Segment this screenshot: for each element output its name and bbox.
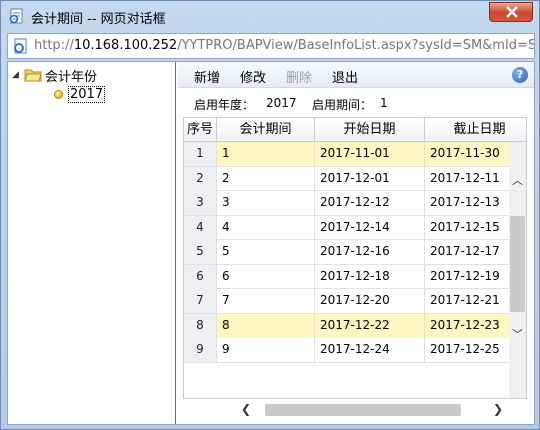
scroll-right-icon[interactable]: ❯ <box>493 402 503 416</box>
column-header-index[interactable]: 序号 <box>184 118 217 142</box>
address-bar[interactable]: http://10.168.100.252/YYTPRO/BAPView/Bas… <box>7 33 535 59</box>
tree-root-node[interactable]: ◢ 会计年份 <box>12 66 98 85</box>
column-header-period[interactable]: 会计期间 <box>217 118 315 142</box>
start-year-label: 启用年度： <box>194 98 255 112</box>
horizontal-scrollbar[interactable]: ❮ ❯ <box>183 400 527 417</box>
grid-body: 1 1 2017-11-01 2017-11-30 2 2 2017-12-01 2017-1… <box>184 142 526 363</box>
period-cell[interactable]: 8 <box>217 313 315 338</box>
horizontal-scroll-thumb[interactable] <box>265 404 461 416</box>
dialog-content: ◢ 会计年份 2017 新增 修改 删除 退出 ? 启用年度： 2017 启用期… <box>7 61 535 425</box>
vertical-scroll-thumb[interactable] <box>510 216 525 312</box>
table-row[interactable]: 2 2 2017-12-01 2017-12-11 <box>184 166 526 191</box>
help-icon[interactable]: ? <box>512 67 528 83</box>
toolbar: 新增 修改 删除 退出 ? <box>178 62 534 88</box>
period-cell[interactable]: 5 <box>217 240 315 264</box>
start-period-value: 1 <box>380 96 388 110</box>
row-index-cell[interactable]: 5 <box>184 240 217 264</box>
row-index-cell[interactable]: 7 <box>184 289 217 313</box>
tree-root-label: 会计年份 <box>45 69 98 85</box>
tree-child-label[interactable]: 2017 <box>68 85 106 103</box>
start-date-cell[interactable]: 2017-12-24 <box>315 338 425 362</box>
ie-page-icon <box>14 38 27 54</box>
start-date-cell[interactable]: 2017-12-01 <box>315 166 425 191</box>
close-icon <box>506 6 518 18</box>
address-url: http://10.168.100.252/YYTPRO/BAPView/Bas… <box>34 38 534 53</box>
start-date-cell[interactable]: 2017-12-16 <box>315 240 425 264</box>
dialog-window: 会计期间 -- 网页对话框 http://10.168.100.252/YYTP… <box>0 0 540 430</box>
table-row[interactable]: 5 5 2017-12-16 2017-12-17 <box>184 240 526 265</box>
period-cell[interactable]: 7 <box>217 289 315 313</box>
start-period-label: 启用期间： <box>312 98 373 112</box>
table-row[interactable]: 1 1 2017-11-01 2017-11-30 <box>184 142 526 167</box>
info-bar: 启用年度： 2017 启用期间： 1 <box>178 89 534 115</box>
period-grid: 序号 会计期间 开始日期 截止日期 1 1 2017-11-01 2017-11-30… <box>183 117 527 399</box>
column-header-end-date[interactable]: 截止日期 <box>425 118 526 142</box>
table-row[interactable]: 7 7 2017-12-20 2017-12-21 <box>184 289 526 314</box>
title-bar[interactable]: 会计期间 -- 网页对话框 <box>1 1 539 31</box>
table-row[interactable]: 9 9 2017-12-24 2017-12-25 <box>184 338 526 363</box>
add-button[interactable]: 新增 <box>194 67 220 86</box>
url-path: /YYTPRO/BAPView/BaseInfoList.aspx?sysId=… <box>177 38 534 53</box>
period-cell[interactable]: 6 <box>217 264 315 289</box>
row-index-cell[interactable]: 2 <box>184 166 217 191</box>
start-year-value: 2017 <box>266 96 297 110</box>
row-index-cell[interactable]: 6 <box>184 264 217 289</box>
edit-button[interactable]: 修改 <box>240 67 266 86</box>
grid-header: 序号 会计期间 开始日期 截止日期 <box>184 118 526 142</box>
ie-page-icon <box>9 8 23 24</box>
period-cell[interactable]: 2 <box>217 166 315 191</box>
start-date-cell[interactable]: 2017-11-01 <box>315 142 425 166</box>
table-row[interactable]: 3 3 2017-12-12 2017-12-13 <box>184 191 526 216</box>
leaf-dot-icon <box>54 89 63 99</box>
period-cell[interactable]: 1 <box>217 142 315 166</box>
table-row[interactable]: 4 4 2017-12-14 2017-12-15 <box>184 215 526 240</box>
table-row[interactable]: 8 8 2017-12-22 2017-12-23 <box>184 313 526 338</box>
url-prefix: http:// <box>34 38 74 53</box>
period-cell[interactable]: 9 <box>217 338 315 362</box>
row-index-cell[interactable]: 3 <box>184 191 217 215</box>
period-cell[interactable]: 3 <box>217 191 315 215</box>
tree-node-2017[interactable]: 2017 <box>54 85 106 103</box>
scroll-left-icon[interactable]: ❮ <box>241 402 251 416</box>
start-date-cell[interactable]: 2017-12-14 <box>315 215 425 240</box>
start-date-cell[interactable]: 2017-12-18 <box>315 264 425 289</box>
main-panel: 新增 修改 删除 退出 ? 启用年度： 2017 启用期间： 1 序号 会计期间… <box>178 62 534 424</box>
start-date-cell[interactable]: 2017-12-12 <box>315 191 425 215</box>
scroll-up-icon[interactable]: ︿ <box>511 172 524 188</box>
scroll-down-icon[interactable]: ﹀ <box>511 326 524 342</box>
exit-button[interactable]: 退出 <box>332 67 358 86</box>
row-index-cell[interactable]: 8 <box>184 313 217 338</box>
folder-open-icon <box>24 69 42 82</box>
column-header-start-date[interactable]: 开始日期 <box>315 118 425 142</box>
close-button[interactable] <box>489 2 533 22</box>
url-host: 10.168.100.252 <box>73 38 178 53</box>
delete-button[interactable]: 删除 <box>286 67 312 86</box>
window-title: 会计期间 -- 网页对话框 <box>31 12 166 27</box>
start-date-cell[interactable]: 2017-12-20 <box>315 289 425 313</box>
row-index-cell[interactable]: 9 <box>184 338 217 362</box>
row-index-cell[interactable]: 4 <box>184 215 217 240</box>
start-date-cell[interactable]: 2017-12-22 <box>315 313 425 338</box>
vertical-scrollbar[interactable]: ︿ ﹀ <box>509 142 526 398</box>
table-row[interactable]: 6 6 2017-12-18 2017-12-19 <box>184 264 526 289</box>
expand-triangle-icon[interactable]: ◢ <box>12 70 24 80</box>
period-cell[interactable]: 4 <box>217 215 315 240</box>
year-tree: ◢ 会计年份 2017 <box>8 62 176 424</box>
row-index-cell[interactable]: 1 <box>184 142 217 166</box>
